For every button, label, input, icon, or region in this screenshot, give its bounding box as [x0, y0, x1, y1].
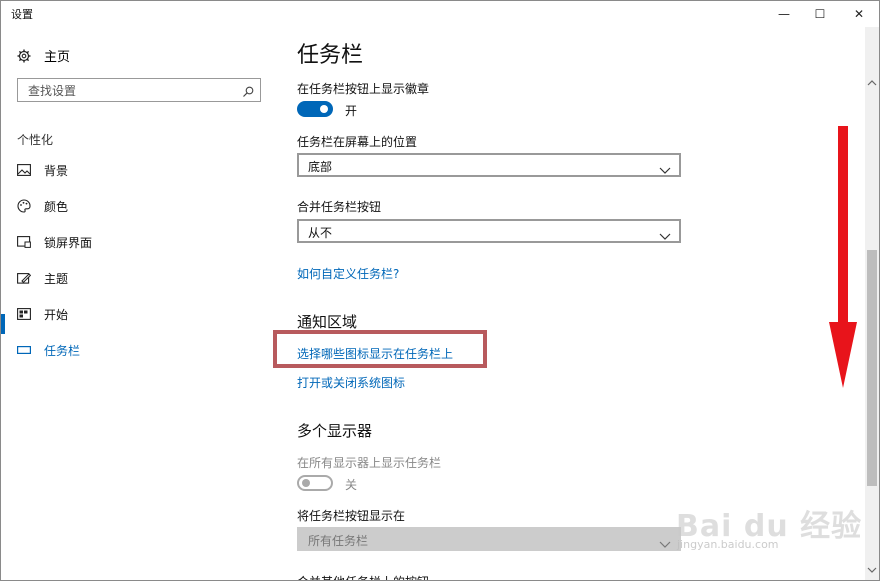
sidebar-item-lockscreen[interactable]: 锁屏界面	[17, 232, 92, 252]
show-all-displays-state: 关	[345, 478, 358, 492]
lock-screen-icon	[17, 235, 31, 249]
notification-area-heading: 通知区域	[297, 313, 358, 331]
scroll-up-icon[interactable]	[865, 73, 879, 86]
badges-toggle[interactable]	[297, 101, 333, 117]
maximize-icon: ☐	[814, 7, 826, 21]
theme-icon	[17, 271, 31, 285]
red-arrow-down-icon	[829, 126, 857, 388]
multiple-displays-heading: 多个显示器	[297, 422, 373, 440]
buttons-on-dropdown[interactable]: 所有任务栏	[297, 527, 681, 551]
minimize-button[interactable]: —	[766, 1, 802, 27]
watermark-url: jingyan.baidu.com	[677, 538, 779, 551]
sidebar-item-label: 任务栏	[44, 343, 81, 358]
combine-value: 从不	[308, 226, 333, 240]
scrollbar[interactable]	[865, 27, 879, 580]
chevron-down-icon	[659, 226, 671, 240]
combine-dropdown[interactable]: 从不	[297, 219, 681, 243]
search-icon[interactable]	[242, 83, 254, 97]
page-title: 任务栏	[297, 43, 364, 68]
sidebar-item-start[interactable]: 开始	[17, 304, 68, 324]
position-value: 底部	[308, 160, 333, 174]
scrollbar-thumb[interactable]	[867, 250, 877, 486]
highlight-box	[273, 330, 487, 368]
search-input[interactable]	[26, 80, 230, 102]
taskbar-settings-page: 任务栏 在任务栏按钮上显示徽章 开 任务栏在屏幕上的位置 底部 合并任务栏按钮 …	[279, 27, 865, 580]
sidebar-home[interactable]: 主页	[17, 46, 70, 65]
window-title: 设置	[11, 8, 33, 21]
sidebar-item-label: 颜色	[44, 199, 69, 214]
customize-taskbar-link[interactable]: 如何自定义任务栏?	[297, 265, 399, 282]
start-icon	[17, 307, 31, 321]
chevron-down-icon	[659, 534, 671, 548]
gear-icon	[17, 49, 31, 63]
settings-window: 设置 — ☐ ✕ 主页 个性化 背景 颜色 锁屏界面	[0, 0, 880, 581]
sidebar-home-label: 主页	[44, 50, 71, 65]
combine-other-label: 合并其他任务栏上的按钮	[297, 573, 429, 580]
scroll-down-icon[interactable]	[865, 560, 879, 573]
sidebar-item-colors[interactable]: 颜色	[17, 196, 68, 216]
system-icons-link[interactable]: 打开或关闭系统图标	[297, 374, 405, 391]
title-bar: 设置 — ☐ ✕	[1, 1, 879, 27]
close-button[interactable]: ✕	[841, 1, 877, 27]
sidebar-item-label: 背景	[44, 163, 69, 178]
position-dropdown[interactable]: 底部	[297, 153, 681, 177]
combine-label: 合并任务栏按钮	[297, 200, 382, 214]
position-label: 任务栏在屏幕上的位置	[297, 135, 418, 149]
taskbar-icon	[17, 343, 31, 357]
minimize-icon: —	[778, 7, 790, 21]
picture-icon	[17, 163, 31, 177]
maximize-button[interactable]: ☐	[802, 1, 838, 27]
sidebar-item-label: 开始	[44, 307, 69, 322]
close-icon: ✕	[853, 7, 865, 21]
sidebar-item-label: 锁屏界面	[44, 235, 93, 250]
sidebar-item-label: 主题	[44, 271, 69, 286]
badges-state: 开	[345, 104, 358, 118]
sidebar-item-background[interactable]: 背景	[17, 160, 68, 180]
show-all-displays-toggle[interactable]	[297, 475, 333, 491]
buttons-on-value: 所有任务栏	[308, 534, 369, 548]
sidebar: 主页 个性化 背景 颜色 锁屏界面 主题 开始	[1, 27, 279, 580]
active-item-indicator	[1, 314, 5, 334]
search-box[interactable]	[17, 78, 261, 102]
palette-icon	[17, 199, 31, 213]
buttons-on-label: 将任务栏按钮显示在	[297, 509, 406, 523]
sidebar-item-themes[interactable]: 主题	[17, 268, 68, 288]
chevron-down-icon	[659, 160, 671, 174]
section-personalization: 个性化	[17, 133, 54, 147]
sidebar-item-taskbar[interactable]: 任务栏	[17, 340, 80, 360]
badges-label: 在任务栏按钮上显示徽章	[297, 82, 430, 96]
show-all-displays-label: 在所有显示器上显示任务栏	[297, 456, 442, 470]
